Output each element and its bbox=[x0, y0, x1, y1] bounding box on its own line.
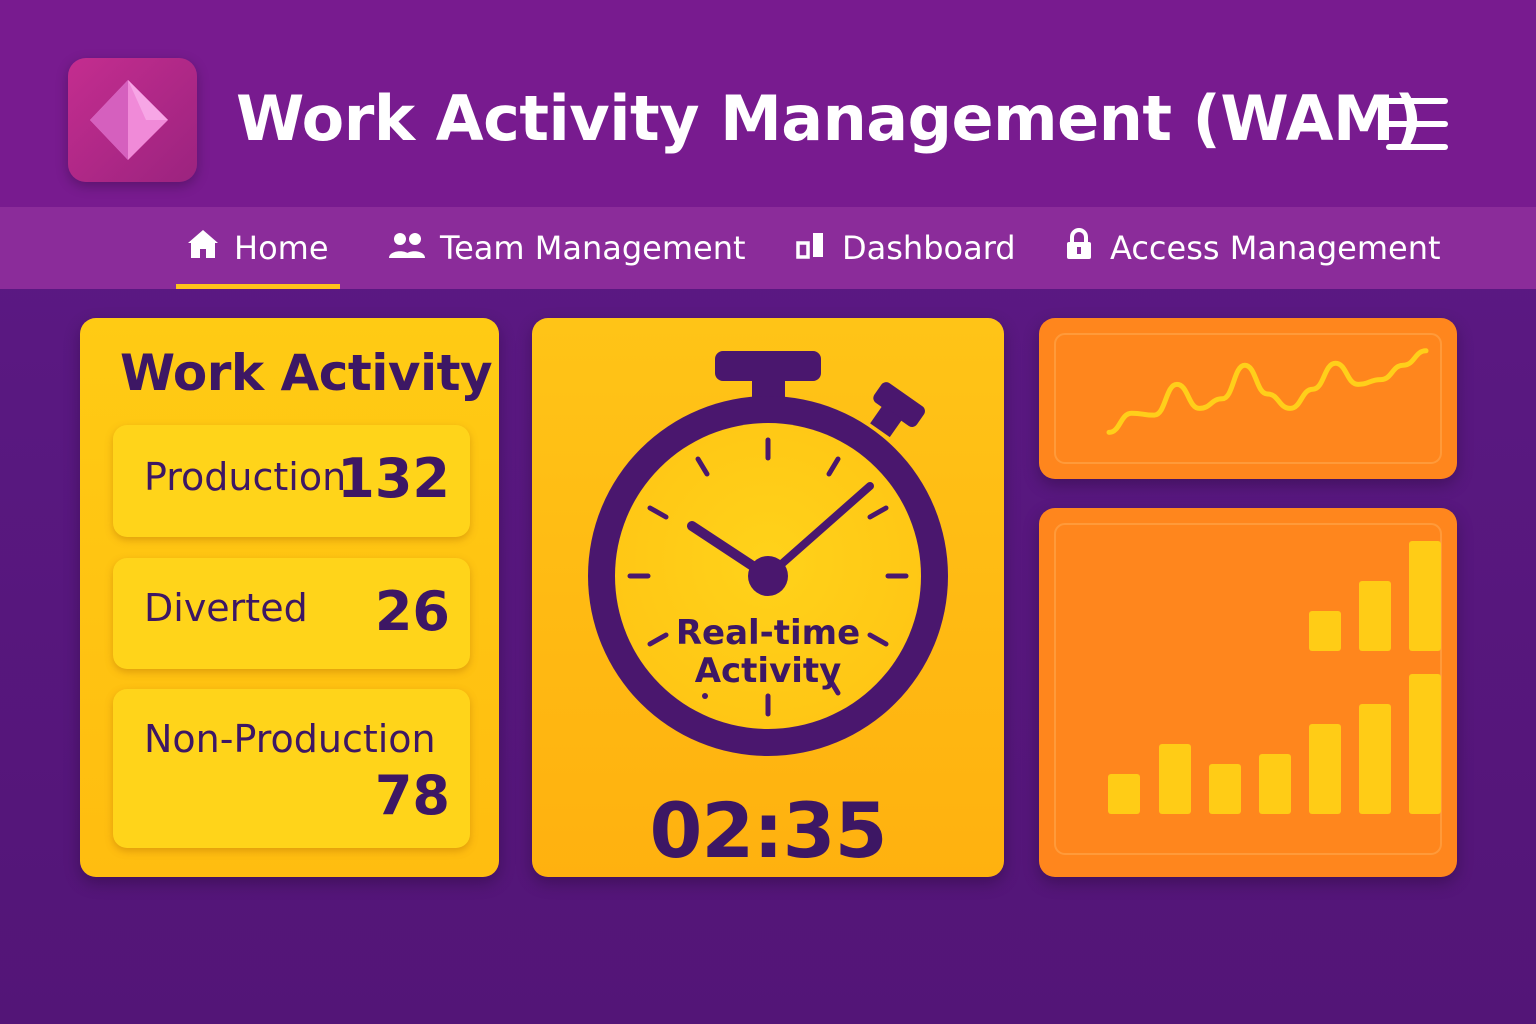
people-icon bbox=[388, 229, 426, 267]
nav-label-home: Home bbox=[234, 229, 329, 267]
stat-value: 26 bbox=[374, 580, 450, 643]
power-apps-diamond-icon bbox=[90, 80, 168, 160]
nav-bar: Home Team Management Dashboard Access Ma… bbox=[0, 207, 1536, 289]
nav-label-access-management: Access Management bbox=[1110, 229, 1441, 267]
stat-value: 132 bbox=[337, 447, 450, 510]
realtime-activity-card: Real-time Activity 02:35 bbox=[532, 318, 1004, 877]
app-logo[interactable] bbox=[68, 58, 197, 182]
timer-label-line1: Real-time bbox=[676, 613, 860, 653]
bar-chart-card bbox=[1039, 508, 1457, 877]
home-icon bbox=[186, 228, 220, 268]
bar bbox=[1409, 541, 1441, 651]
stat-non-production[interactable]: Non-Production 78 bbox=[113, 689, 470, 848]
nav-label-dashboard: Dashboard bbox=[842, 229, 1016, 267]
bar bbox=[1309, 611, 1341, 651]
bar bbox=[1359, 581, 1391, 651]
timer-label-line2: Activity bbox=[695, 651, 842, 691]
stat-label: Non-Production bbox=[144, 717, 436, 761]
dashboard-icon bbox=[796, 229, 826, 267]
bar bbox=[1259, 754, 1291, 814]
bar-chart bbox=[1054, 523, 1442, 855]
work-activity-title: Work Activity bbox=[120, 344, 493, 402]
stat-value: 78 bbox=[374, 764, 450, 827]
bar bbox=[1359, 704, 1391, 814]
stopwatch-icon: Real-time Activity bbox=[588, 351, 948, 756]
trend-line-series bbox=[1106, 348, 1429, 435]
trend-line-chart bbox=[1054, 333, 1442, 464]
nav-label-team-management: Team Management bbox=[440, 229, 746, 267]
nav-item-home[interactable]: Home bbox=[186, 207, 329, 289]
work-activity-card: Work Activity Production 132 Diverted 26… bbox=[80, 318, 499, 877]
nav-item-team-management[interactable]: Team Management bbox=[388, 207, 746, 289]
nav-item-dashboard[interactable]: Dashboard bbox=[796, 207, 1016, 289]
trend-line-card bbox=[1039, 318, 1457, 479]
stat-label: Diverted bbox=[144, 586, 308, 630]
bar bbox=[1309, 724, 1341, 814]
lock-icon bbox=[1066, 228, 1092, 268]
bar bbox=[1409, 674, 1441, 814]
hamburger-menu-icon[interactable] bbox=[1386, 98, 1448, 150]
stat-production[interactable]: Production 132 bbox=[113, 425, 470, 537]
timer-readout: 02:35 bbox=[649, 786, 888, 875]
active-tab-indicator bbox=[176, 284, 340, 289]
stat-label: Production bbox=[144, 455, 347, 499]
app-header: Work Activity Management (WAM) bbox=[0, 0, 1536, 207]
app-title: Work Activity Management (WAM) bbox=[236, 82, 1423, 155]
bar bbox=[1159, 744, 1191, 814]
bar bbox=[1108, 774, 1140, 814]
nav-item-access-management[interactable]: Access Management bbox=[1066, 207, 1441, 289]
stat-diverted[interactable]: Diverted 26 bbox=[113, 558, 470, 669]
bar bbox=[1209, 764, 1241, 814]
